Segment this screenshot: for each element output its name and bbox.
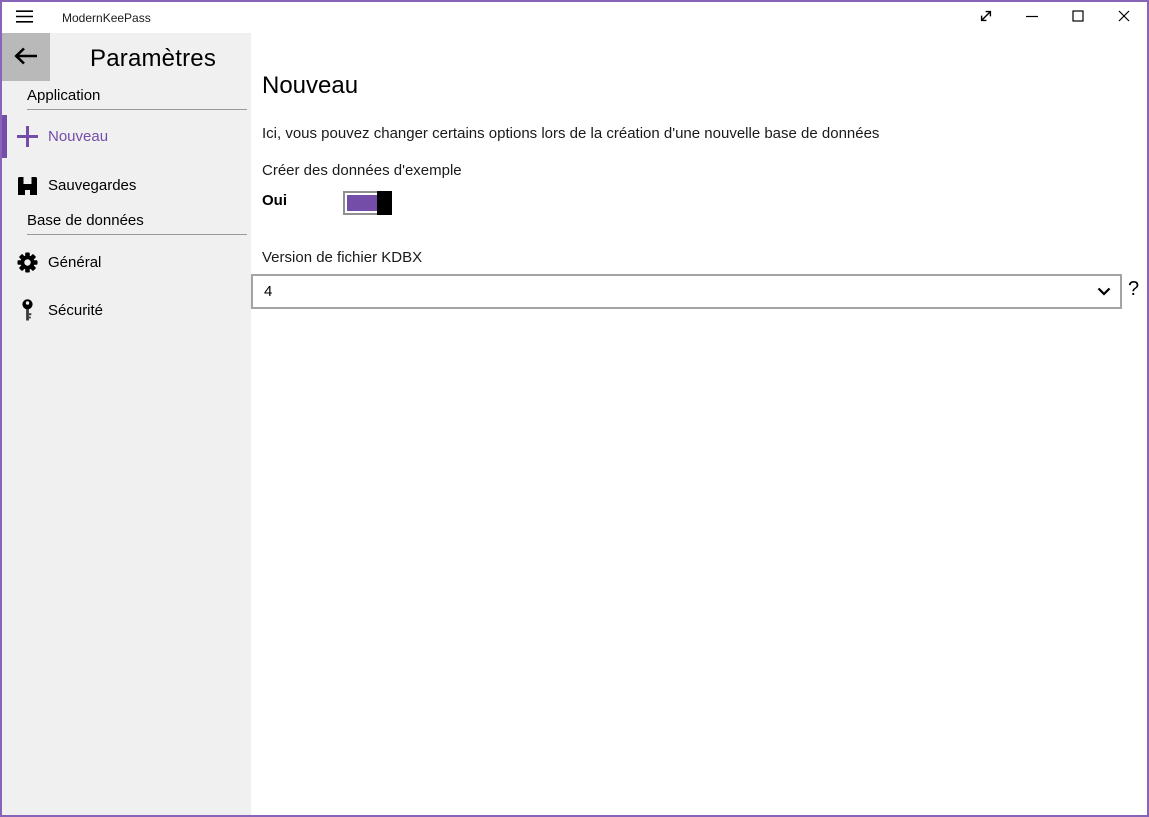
sample-data-toggle[interactable] [343,191,391,215]
kdbx-version-label: Version de fichier KDBX [262,249,422,266]
key-icon [15,299,39,323]
selection-indicator [2,115,7,158]
back-button[interactable] [2,33,50,81]
selection-indicator [2,164,7,207]
page-description: Ici, vous pouvez changer certains option… [262,125,1082,142]
maximize-icon [1072,10,1084,25]
kdbx-version-select[interactable]: 4 [251,274,1122,309]
toggle-knob[interactable] [377,191,392,215]
close-button[interactable] [1101,2,1147,33]
sidebar-item-securite[interactable]: Sécurité [2,289,251,332]
sidebar-item-nouveau[interactable]: Nouveau [2,115,251,158]
sample-data-label: Créer des données d'exemple [262,162,462,179]
fullscreen-button[interactable] [963,2,1009,33]
back-arrow-icon [13,46,39,69]
sidebar-group-application: Application [27,87,247,110]
minimize-button[interactable] [1009,2,1055,33]
titlebar: ModernKeePass [2,2,1147,33]
gear-icon [15,251,39,275]
sidebar-item-label: Sécurité [48,302,103,319]
sidebar-item-label: Sauvegardes [48,177,136,194]
app-window: ModernKeePass [0,0,1149,817]
maximize-button[interactable] [1055,2,1101,33]
save-icon [15,174,39,198]
sidebar-item-label: Nouveau [48,128,108,145]
hamburger-menu-button[interactable] [2,2,50,33]
sidebar-item-general[interactable]: Général [2,241,251,284]
sidebar-group-base-de-donnees: Base de données [27,212,247,235]
kdbx-version-value: 4 [264,283,1097,300]
settings-content: Nouveau Ici, vous pouvez changer certain… [251,33,1147,815]
fullscreen-icon [979,9,993,26]
chevron-down-icon [1097,287,1111,296]
hamburger-icon [16,10,33,26]
selection-indicator [2,241,7,284]
page-title: Nouveau [262,72,358,100]
sidebar-item-sauvegardes[interactable]: Sauvegardes [2,164,251,207]
minimize-icon [1026,10,1038,25]
settings-pane-title: Paramètres [90,45,216,73]
close-icon [1118,10,1130,25]
settings-sidebar: Paramètres Application Nouveau Sauvegard… [2,33,251,815]
kdbx-help-button[interactable]: ? [1128,278,1139,301]
toggle-state-label: Oui [262,192,287,209]
selection-indicator [2,289,7,332]
plus-icon [15,125,39,149]
sidebar-item-label: Général [48,254,101,271]
app-title: ModernKeePass [62,11,151,25]
